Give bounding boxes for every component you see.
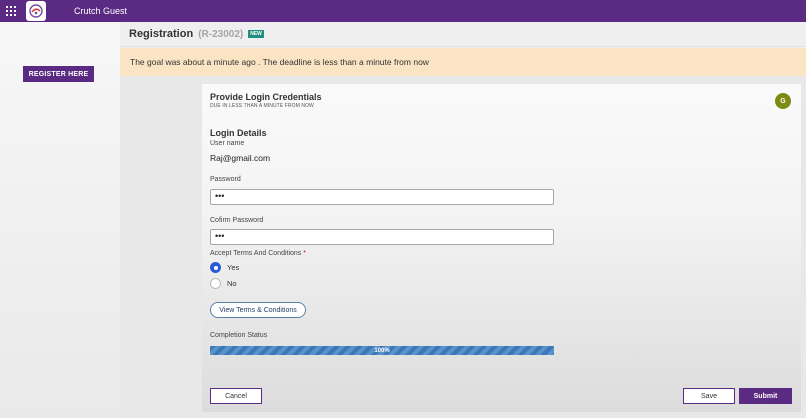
card-due-text: DUE IN LESS THAN A MINUTE FROM NOW — [210, 103, 314, 109]
page-title: Registration — [129, 28, 194, 40]
radio-no-label: No — [227, 279, 237, 288]
terms-label: Accept Terms And Conditions * — [210, 250, 306, 257]
app-title: Crutch Guest — [74, 6, 128, 16]
task-card — [202, 84, 801, 412]
cancel-button[interactable]: Cancel — [210, 388, 262, 404]
page-header: Registration (R-23002) NEW — [120, 22, 806, 47]
radio-yes-label: Yes — [227, 263, 240, 272]
submit-button[interactable]: Submit — [739, 388, 792, 404]
login-details-title: Login Details — [210, 128, 267, 138]
radio-checked-icon[interactable] — [210, 262, 221, 273]
save-button[interactable]: Save — [683, 388, 735, 404]
register-here-button[interactable]: REGISTER HERE — [23, 66, 94, 82]
confirm-password-label: Cofirm Password — [210, 217, 264, 224]
view-terms-button[interactable]: View Terms & Conditions — [210, 302, 306, 318]
radio-no[interactable]: No — [210, 278, 237, 289]
completion-label: Completion Status — [210, 332, 268, 339]
password-label: Password — [210, 176, 241, 183]
username-label: User name — [210, 140, 245, 147]
deadline-notice: The goal was about a minute ago . The de… — [120, 48, 806, 76]
confirm-password-field[interactable]: ••• — [210, 229, 554, 245]
grid-menu-icon[interactable] — [0, 0, 22, 22]
progress-percent: 100% — [374, 347, 390, 354]
card-title: Provide Login Credentials — [210, 92, 322, 102]
notice-text: The goal was about a minute ago . The de… — [130, 57, 429, 67]
new-badge: NEW — [248, 30, 264, 38]
radio-unchecked-icon[interactable] — [210, 278, 221, 289]
completion-progress-bar: 100% — [210, 346, 554, 355]
app-logo-icon — [26, 1, 46, 21]
user-avatar[interactable]: G — [775, 93, 791, 109]
password-field[interactable]: ••• — [210, 189, 554, 205]
terms-label-text: Accept Terms And Conditions — [210, 250, 302, 257]
left-sidebar: REGISTER HERE — [0, 22, 120, 418]
radio-yes[interactable]: Yes — [210, 262, 239, 273]
required-mark: * — [303, 250, 306, 257]
username-value: Raj@gmail.com — [210, 153, 271, 163]
top-bar: Crutch Guest — [0, 0, 806, 22]
record-id: (R-23002) — [198, 28, 244, 40]
